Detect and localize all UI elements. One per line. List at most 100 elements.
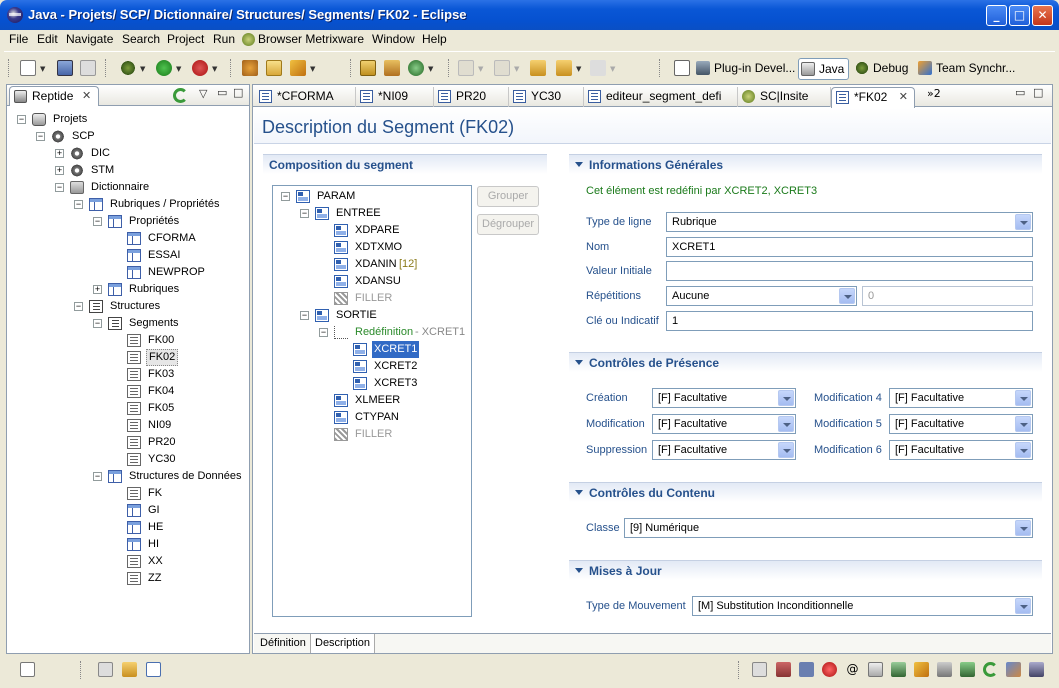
run-icon[interactable] (156, 60, 172, 76)
tree-item[interactable]: − Dictionnaire (7, 179, 247, 196)
chevron-down-icon[interactable] (1015, 442, 1031, 458)
tree-item[interactable]: − Structures de Données (7, 468, 247, 485)
view-menu-icon[interactable]: ▽ (199, 87, 207, 100)
tasks-icon[interactable] (914, 662, 929, 677)
dropdown-arrow-icon[interactable]: ▼ (576, 65, 581, 73)
collapse-icon[interactable]: − (93, 472, 102, 481)
forward-icon[interactable] (590, 60, 606, 76)
tree-icon[interactable] (960, 662, 975, 677)
back-icon[interactable] (556, 60, 572, 76)
user-icon[interactable] (776, 662, 791, 677)
composition-tree-item[interactable]: XCRET3 (273, 375, 471, 392)
perspective-plugin-dev[interactable]: Plug-in Devel... (694, 58, 795, 80)
collapse-icon[interactable]: − (55, 183, 64, 192)
console-icon[interactable] (799, 662, 814, 677)
menu-run[interactable]: Run (213, 32, 235, 46)
menu-file[interactable]: File (9, 32, 28, 46)
tab-definition[interactable]: Définition (256, 634, 311, 653)
tree-item[interactable]: FK (7, 485, 247, 502)
javadoc-icon[interactable]: @ (845, 662, 860, 677)
composition-tree-item[interactable]: XDPARE (273, 222, 471, 239)
perspective-team-sync[interactable]: Team Synchr... (916, 58, 1015, 80)
collapse-icon[interactable]: − (93, 217, 102, 226)
suppression-combo[interactable]: [F] Facultative (652, 440, 796, 460)
new-file-icon[interactable] (20, 60, 36, 76)
chevron-down-icon[interactable] (1015, 598, 1031, 614)
tree-item[interactable]: + STM (7, 162, 247, 179)
external-tools-icon[interactable] (192, 60, 208, 76)
tree-item[interactable]: ZZ (7, 570, 247, 587)
nom-field[interactable]: XCRET1 (666, 237, 1033, 257)
close-tab-icon[interactable]: ✕ (899, 88, 908, 106)
progress-icon[interactable] (1006, 662, 1021, 677)
refresh-icon[interactable] (408, 60, 424, 76)
minimize-view-icon[interactable]: ▭ (217, 86, 227, 99)
editor-tab-editeur-segment[interactable]: editeur_segment_defi (584, 87, 738, 107)
menu-help[interactable]: Help (422, 32, 447, 46)
tree-item[interactable]: GI (7, 502, 247, 519)
editor-tab-cforma[interactable]: *CFORMA (255, 87, 356, 107)
editor-tab-sc-insite[interactable]: SC|Insite (738, 87, 831, 107)
menu-browser-metrixware[interactable]: Browser Metrixware (258, 32, 364, 46)
tree-item[interactable]: + Rubriques (7, 281, 247, 298)
package-explorer-icon[interactable] (122, 662, 137, 677)
tree-item[interactable]: + DIC (7, 145, 247, 162)
tree-item[interactable]: NEWPROP (7, 264, 247, 281)
collapse-twisty-icon[interactable] (575, 490, 583, 495)
tree-item[interactable]: ESSAI (7, 247, 247, 264)
tree-item[interactable]: FK04 (7, 383, 247, 400)
modification-6-combo[interactable]: [F] Facultative (889, 440, 1033, 460)
sync-icon[interactable] (173, 88, 188, 103)
tree-item[interactable]: FK05 (7, 400, 247, 417)
menu-edit[interactable]: Edit (37, 32, 58, 46)
composition-tree-item[interactable]: FILLER (273, 290, 471, 307)
close-tab-icon[interactable]: ✕ (82, 87, 91, 105)
tree-item[interactable]: XX (7, 553, 247, 570)
print-icon[interactable] (80, 60, 96, 76)
tree-item[interactable]: FK02 (7, 349, 247, 366)
tree-item[interactable]: FK03 (7, 366, 247, 383)
composition-tree-item[interactable]: XCRET2 (273, 358, 471, 375)
composition-tree-item[interactable]: − SORTIE (273, 307, 471, 324)
composition-tree-item[interactable]: XDANIN [12] (273, 256, 471, 273)
tree-item[interactable]: − Structures (7, 298, 247, 315)
valeur-initiale-field[interactable] (666, 261, 1033, 281)
restore-view-icon[interactable] (98, 662, 113, 677)
error-log-icon[interactable] (822, 662, 837, 677)
tree-item[interactable]: − SCP (7, 128, 247, 145)
composition-tree-item[interactable]: − ENTREE (273, 205, 471, 222)
dropdown-arrow-icon[interactable]: ▼ (310, 65, 315, 73)
maximize-button[interactable]: □ (1009, 5, 1030, 26)
collapse-twisty-icon[interactable] (575, 162, 583, 167)
modification-4-combo[interactable]: [F] Facultative (889, 388, 1033, 408)
menu-window[interactable]: Window (372, 32, 415, 46)
menu-project[interactable]: Project (167, 32, 204, 46)
tree-item[interactable]: HI (7, 536, 247, 553)
modification-combo[interactable]: [F] Facultative (652, 414, 796, 434)
next-annotation-icon[interactable] (458, 60, 474, 76)
chevron-down-icon[interactable] (1015, 214, 1031, 230)
open-folder-icon[interactable] (266, 60, 282, 76)
minimize-editor-icon[interactable]: ▭ (1015, 86, 1025, 99)
chevron-down-icon[interactable] (839, 288, 855, 304)
chevron-down-icon[interactable] (778, 390, 794, 406)
modification-5-combo[interactable]: [F] Facultative (889, 414, 1033, 434)
grouper-button[interactable]: Grouper (477, 186, 539, 207)
composition-tree-item[interactable]: − Redéfinition - XCRET1 (273, 324, 471, 341)
open-perspective-icon[interactable] (674, 60, 690, 76)
properties-icon[interactable] (1029, 662, 1044, 677)
fast-view-icon[interactable] (20, 662, 35, 677)
editor-tab-yc30[interactable]: YC30 (509, 87, 584, 107)
composition-tree-item[interactable]: XDTXMO (273, 239, 471, 256)
open-type-icon[interactable] (360, 60, 376, 76)
outline-icon[interactable] (146, 662, 161, 677)
tree-item[interactable]: − Propriétés (7, 213, 247, 230)
collapse-icon[interactable]: − (319, 328, 328, 337)
collapse-icon[interactable]: − (36, 132, 45, 141)
degrouper-button[interactable]: Dégrouper (477, 214, 539, 235)
repetitions-combo[interactable]: Aucune (666, 286, 857, 306)
menu-navigate[interactable]: Navigate (66, 32, 113, 46)
editor-tab-fk02[interactable]: *FK02 ✕ (831, 87, 915, 108)
restore-view-icon[interactable] (752, 662, 767, 677)
debug-bug-icon[interactable] (120, 60, 136, 76)
